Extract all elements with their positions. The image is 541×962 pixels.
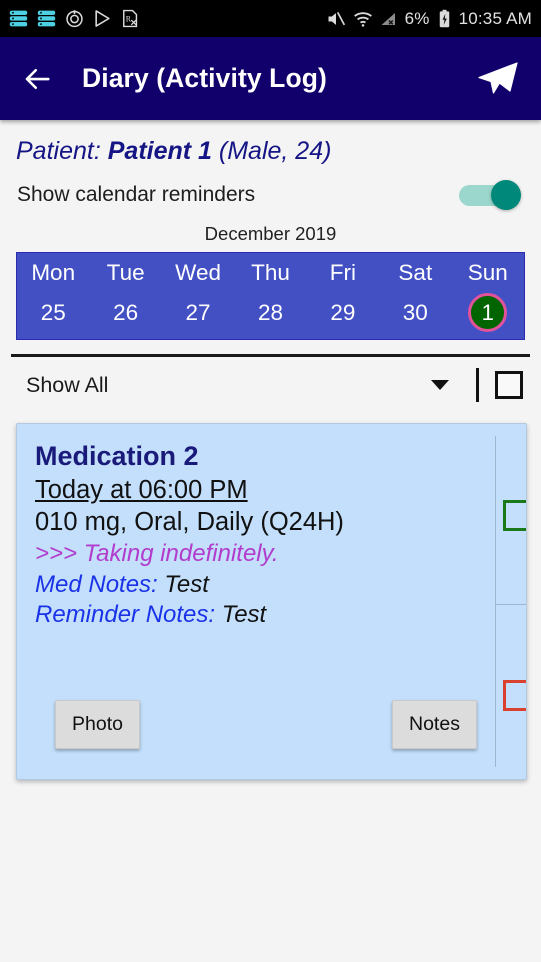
med-notes-value: Test [164, 570, 209, 598]
calendar-dow-tue: Tue [106, 260, 145, 285]
calendar-month-label: December 2019 [204, 223, 337, 244]
calendar-dow-sun: Sun [467, 260, 508, 285]
show-calendar-reminders-row: Show calendar reminders [0, 166, 541, 214]
calendar-dow-sat: Sat [398, 260, 433, 285]
medication-med-notes: Med Notes: Test [35, 570, 472, 601]
calendar-dow-fri: Fri [329, 260, 357, 285]
arrow-left-icon [25, 68, 50, 89]
select-all-checkbox[interactable] [495, 371, 523, 399]
notes-button[interactable]: Notes [392, 700, 477, 749]
calendar-day-28[interactable]: 28 [234, 292, 306, 332]
card-vertical-divider [495, 436, 496, 767]
filter-row: Show All [0, 357, 541, 413]
send-paper-plane-icon [478, 61, 518, 94]
patient-details: (Male, 24) [218, 137, 332, 165]
patient-prefix: Patient: [16, 137, 101, 165]
play-store-icon [95, 10, 110, 27]
status-bar-left-icons: R [9, 9, 140, 28]
send-button[interactable] [475, 59, 521, 99]
battery-charging-icon [439, 9, 449, 28]
medication-dose: 010 mg, Oral, Daily (Q24H) [35, 508, 344, 537]
server-list-icon [37, 10, 56, 27]
calendar-day-29[interactable]: 29 [307, 292, 379, 332]
medication-title: Medication 2 [35, 441, 199, 471]
rx-document-icon: R [123, 9, 138, 28]
battery-percent-label: 6% [404, 8, 430, 28]
status-bar: R 6% 10:35 AM [0, 0, 541, 37]
calendar-dow-thu: Thu [251, 260, 290, 285]
reminder-notes-value: Test [221, 601, 267, 629]
taken-checkbox[interactable] [503, 500, 526, 531]
calendar-week-strip: Mon Tue Wed Thu Fri Sat Sun 25 26 27 28 … [16, 252, 525, 340]
card-horizontal-divider [495, 604, 526, 605]
show-calendar-reminders-toggle[interactable] [459, 179, 521, 210]
back-button[interactable] [20, 62, 54, 96]
calendar-dow-mon: Mon [31, 260, 76, 285]
app-screen: R 6% 10:35 AM Diary (Activity Log) Patie… [0, 0, 541, 962]
calendar-dow-wed: Wed [175, 260, 221, 285]
patient-header: Patient: Patient 1 (Male, 24) [0, 120, 541, 166]
med-notes-label: Med Notes: [35, 570, 158, 598]
timer-circle-icon [66, 10, 83, 28]
toggle-thumb [491, 179, 521, 210]
filter-dropdown[interactable]: Show All [26, 373, 108, 398]
medication-duration-note: >>> Taking indefinitely. [35, 540, 279, 567]
calendar-today-badge: 1 [468, 293, 508, 332]
calendar-dow-row: Mon Tue Wed Thu Fri Sat Sun [17, 257, 524, 292]
page-title: Diary (Activity Log) [82, 63, 327, 93]
svg-text:R: R [126, 15, 132, 24]
medication-reminder-notes: Reminder Notes: Test [35, 600, 472, 631]
photo-button[interactable]: Photo [55, 700, 140, 749]
calendar-day-26[interactable]: 26 [89, 292, 161, 332]
medication-entry-body: Medication 2 Today at 06:00 PM 010 mg, O… [17, 424, 472, 631]
reminder-notes-label: Reminder Notes: [35, 601, 216, 629]
medication-time: Today at 06:00 PM [35, 475, 248, 504]
app-bar: Diary (Activity Log) [0, 37, 541, 120]
calendar-day-selected[interactable]: 1 [452, 292, 524, 332]
cell-signal-off-icon [381, 12, 395, 25]
calendar-day-27[interactable]: 27 [162, 292, 234, 332]
server-list-icon [9, 10, 28, 27]
skipped-checkbox[interactable] [503, 680, 526, 711]
status-bar-right-icons: 6% 10:35 AM [326, 9, 532, 29]
patient-name: Patient 1 [107, 137, 212, 165]
medication-entry-card[interactable]: Medication 2 Today at 06:00 PM 010 mg, O… [16, 423, 527, 780]
calendar-daynum-row: 25 26 27 28 29 30 1 [17, 292, 524, 332]
chevron-down-icon[interactable] [431, 380, 449, 390]
filter-separator [476, 368, 479, 402]
volume-mute-icon [328, 11, 345, 25]
clock-label: 10:35 AM [458, 8, 532, 28]
wifi-icon [353, 11, 372, 27]
show-calendar-reminders-label: Show calendar reminders [17, 182, 256, 206]
calendar-day-25[interactable]: 25 [17, 292, 89, 332]
calendar-day-30[interactable]: 30 [379, 292, 451, 332]
